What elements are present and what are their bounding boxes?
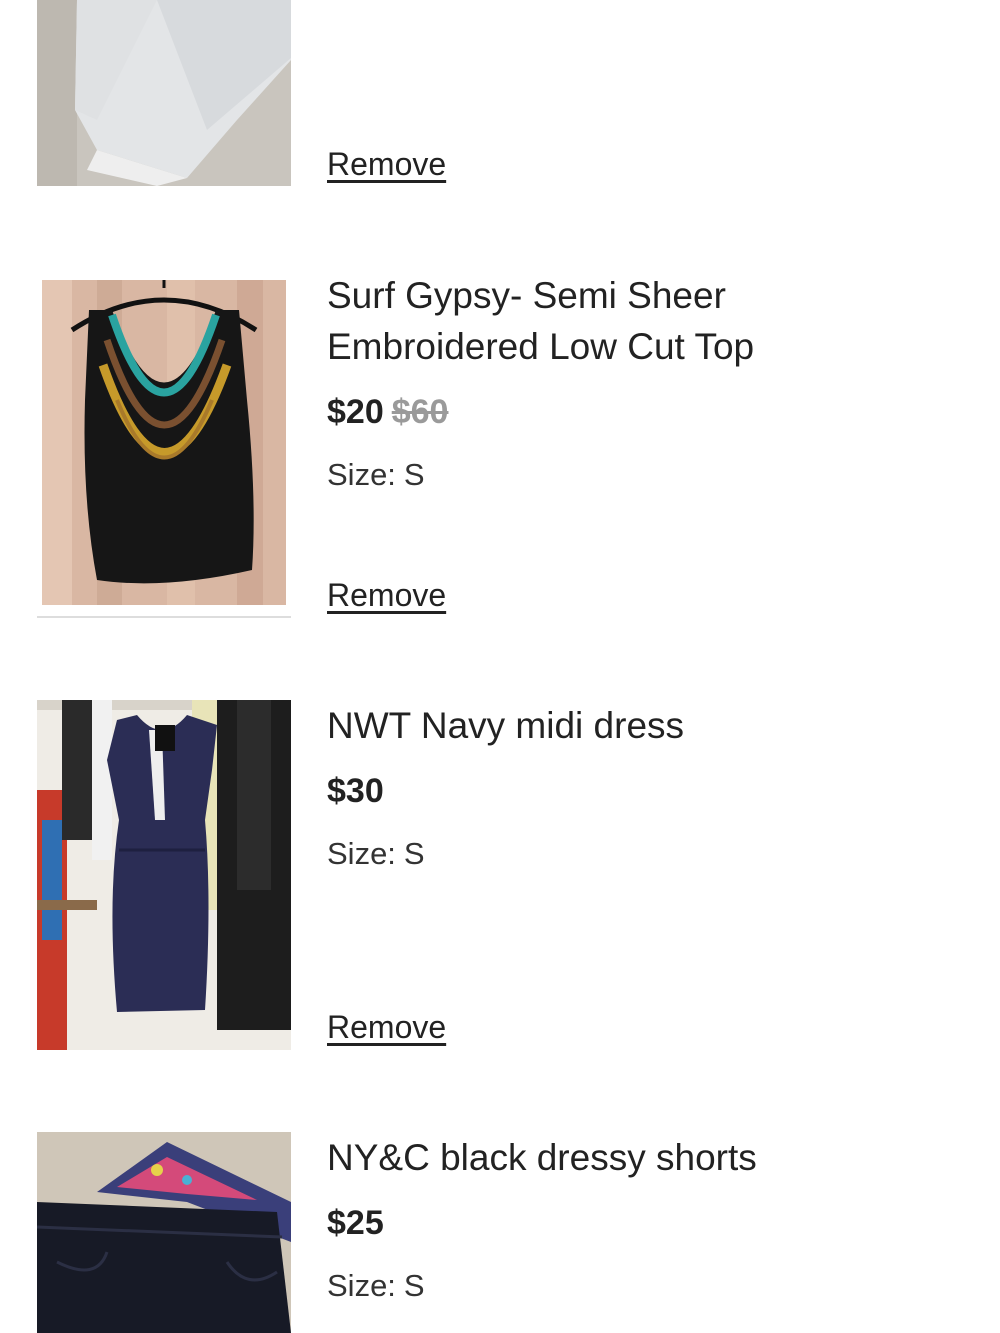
size-label: Size: xyxy=(327,457,396,492)
item-price: $20 xyxy=(327,393,384,431)
navy-dress-photo-icon xyxy=(37,700,291,1050)
item-title[interactable]: NWT Navy midi dress xyxy=(327,700,967,751)
cart-item: Remove xyxy=(0,0,1000,200)
item-size: Size: S xyxy=(327,456,967,494)
size-label: Size: xyxy=(327,1268,396,1303)
price-row: $25 xyxy=(327,1203,967,1243)
item-price: $30 xyxy=(327,772,384,810)
product-image[interactable] xyxy=(37,700,291,1050)
item-info: NWT Navy midi dress $30 Size: S xyxy=(327,700,967,873)
item-title[interactable]: Surf Gypsy- Semi Sheer Embroidered Low C… xyxy=(327,270,807,372)
item-price: $25 xyxy=(327,1204,384,1242)
size-value: S xyxy=(403,836,425,871)
remove-button[interactable]: Remove xyxy=(327,145,446,183)
item-info: NY&C black dressy shorts $25 Size: S xyxy=(327,1132,967,1305)
remove-button[interactable]: Remove xyxy=(327,1008,446,1046)
cart-item: Surf Gypsy- Semi Sheer Embroidered Low C… xyxy=(0,270,1000,630)
black-shorts-photo-icon xyxy=(37,1132,291,1333)
cart-item: NY&C black dressy shorts $25 Size: S xyxy=(0,1132,1000,1333)
cart-item: NWT Navy midi dress $30 Size: S Remove xyxy=(0,700,1000,1060)
size-value: S xyxy=(403,1268,425,1303)
product-image[interactable] xyxy=(37,280,291,605)
product-image[interactable] xyxy=(37,0,291,186)
embroidered-top-photo-icon xyxy=(37,280,291,605)
item-size: Size: S xyxy=(327,1267,967,1305)
price-row: $30 xyxy=(327,771,967,811)
item-size: Size: S xyxy=(327,835,967,873)
size-value: S xyxy=(403,457,425,492)
item-title[interactable]: NY&C black dressy shorts xyxy=(327,1132,967,1183)
size-label: Size: xyxy=(327,836,396,871)
item-original-price: $60 xyxy=(391,393,449,431)
price-row: $20 $60 xyxy=(327,392,967,432)
remove-button[interactable]: Remove xyxy=(327,576,446,614)
divider xyxy=(37,616,291,618)
grey-pants-photo-icon xyxy=(37,0,291,186)
product-image[interactable] xyxy=(37,1132,291,1333)
item-info: Surf Gypsy- Semi Sheer Embroidered Low C… xyxy=(327,270,967,494)
